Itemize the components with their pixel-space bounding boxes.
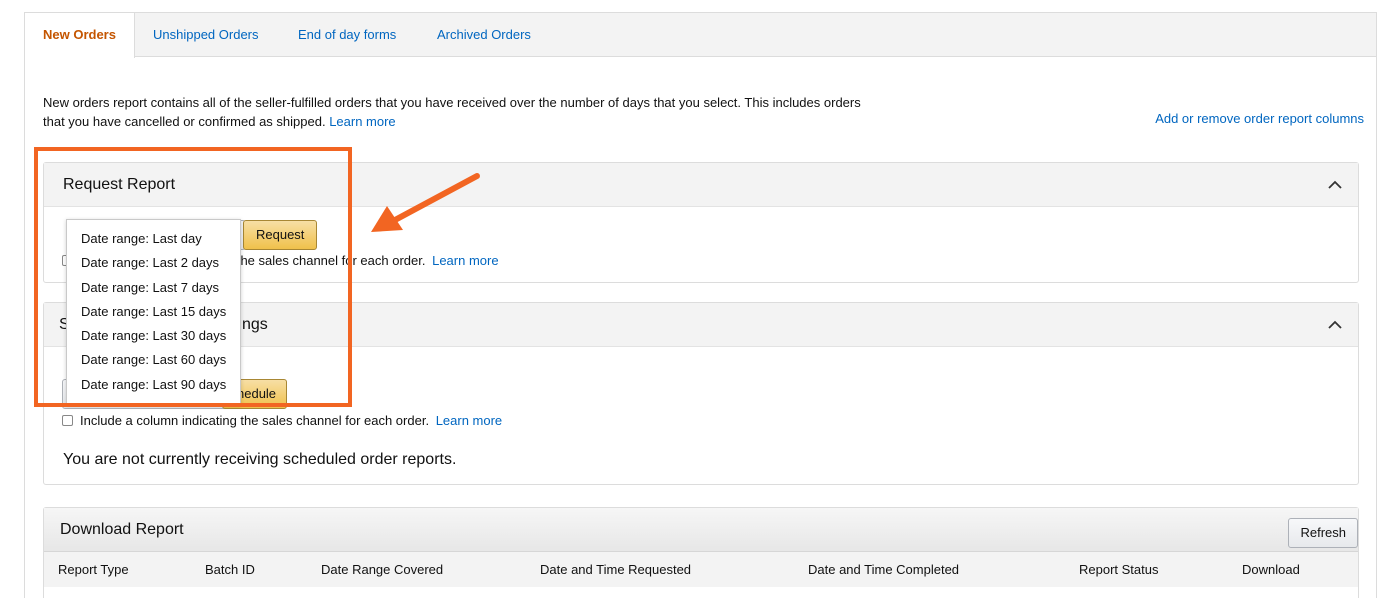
date-range-option[interactable]: Date range: Last 2 days — [67, 251, 240, 275]
arrow-annotation-icon — [371, 173, 480, 232]
request-report-title: Request Report — [63, 176, 176, 193]
add-remove-columns-link[interactable]: Add or remove order report columns — [1155, 111, 1364, 126]
date-range-dropdown: Date range: Last day Date range: Last 2 … — [66, 219, 241, 405]
col-date-time-requested[interactable]: Date and Time Requested — [540, 562, 691, 577]
date-range-option[interactable]: Date range: Last 15 days — [67, 300, 240, 324]
request-checkbox-label: g the sales channel for each order. — [226, 253, 426, 268]
intro-text: New orders report contains all of the se… — [43, 93, 923, 131]
tab-bar: New Orders Unshipped Orders End of day f… — [25, 13, 1376, 58]
col-report-type[interactable]: Report Type — [58, 562, 129, 577]
tab-archived-orders[interactable]: Archived Orders — [437, 13, 531, 57]
download-report-header: Download Report Refresh — [44, 508, 1358, 552]
schedule-learn-more-link[interactable]: Learn more — [436, 413, 502, 428]
col-report-status[interactable]: Report Status — [1079, 562, 1159, 577]
date-range-option[interactable]: Date range: Last day — [67, 227, 240, 251]
request-learn-more-link[interactable]: Learn more — [432, 253, 498, 268]
col-download[interactable]: Download — [1242, 562, 1300, 577]
col-date-range-covered[interactable]: Date Range Covered — [321, 562, 443, 577]
col-batch-id[interactable]: Batch ID — [205, 562, 255, 577]
date-range-option[interactable]: Date range: Last 30 days — [67, 324, 240, 348]
date-range-option[interactable]: Date range: Last 90 days — [67, 373, 240, 397]
intro-line-1: New orders report contains all of the se… — [43, 95, 861, 110]
intro-line-2: that you have cancelled or confirmed as … — [43, 114, 326, 129]
download-report-panel: Download Report Refresh Report Type Batc… — [43, 507, 1359, 598]
tab-unshipped-orders[interactable]: Unshipped Orders — [153, 13, 259, 57]
request-button[interactable]: Request — [243, 220, 318, 250]
chevron-up-icon[interactable] — [1328, 318, 1342, 332]
schedule-sales-channel-checkbox[interactable] — [62, 415, 73, 426]
intro-learn-more-link[interactable]: Learn more — [329, 114, 395, 129]
download-report-title: Download Report — [60, 521, 184, 538]
date-range-option[interactable]: Date range: Last 60 days — [67, 348, 240, 372]
refresh-button[interactable]: Refresh — [1288, 518, 1358, 548]
schedule-title-right: ngs — [242, 316, 268, 333]
date-range-option[interactable]: Date range: Last 7 days — [67, 276, 240, 300]
report-table-header: Report Type Batch ID Date Range Covered … — [44, 552, 1358, 587]
col-date-time-completed[interactable]: Date and Time Completed — [808, 562, 959, 577]
chevron-up-icon[interactable] — [1328, 178, 1342, 192]
schedule-sales-channel-row: Include a column indicating the sales ch… — [62, 413, 502, 428]
schedule-checkbox-label: Include a column indicating the sales ch… — [80, 413, 430, 428]
request-report-header[interactable]: Request Report — [44, 163, 1358, 207]
tab-new-orders[interactable]: New Orders — [25, 13, 135, 58]
schedule-status-text: You are not currently receiving schedule… — [63, 451, 457, 468]
tab-end-of-day-forms[interactable]: End of day forms — [298, 13, 396, 57]
schedule-report-header[interactable]: S ngs — [44, 303, 1358, 347]
